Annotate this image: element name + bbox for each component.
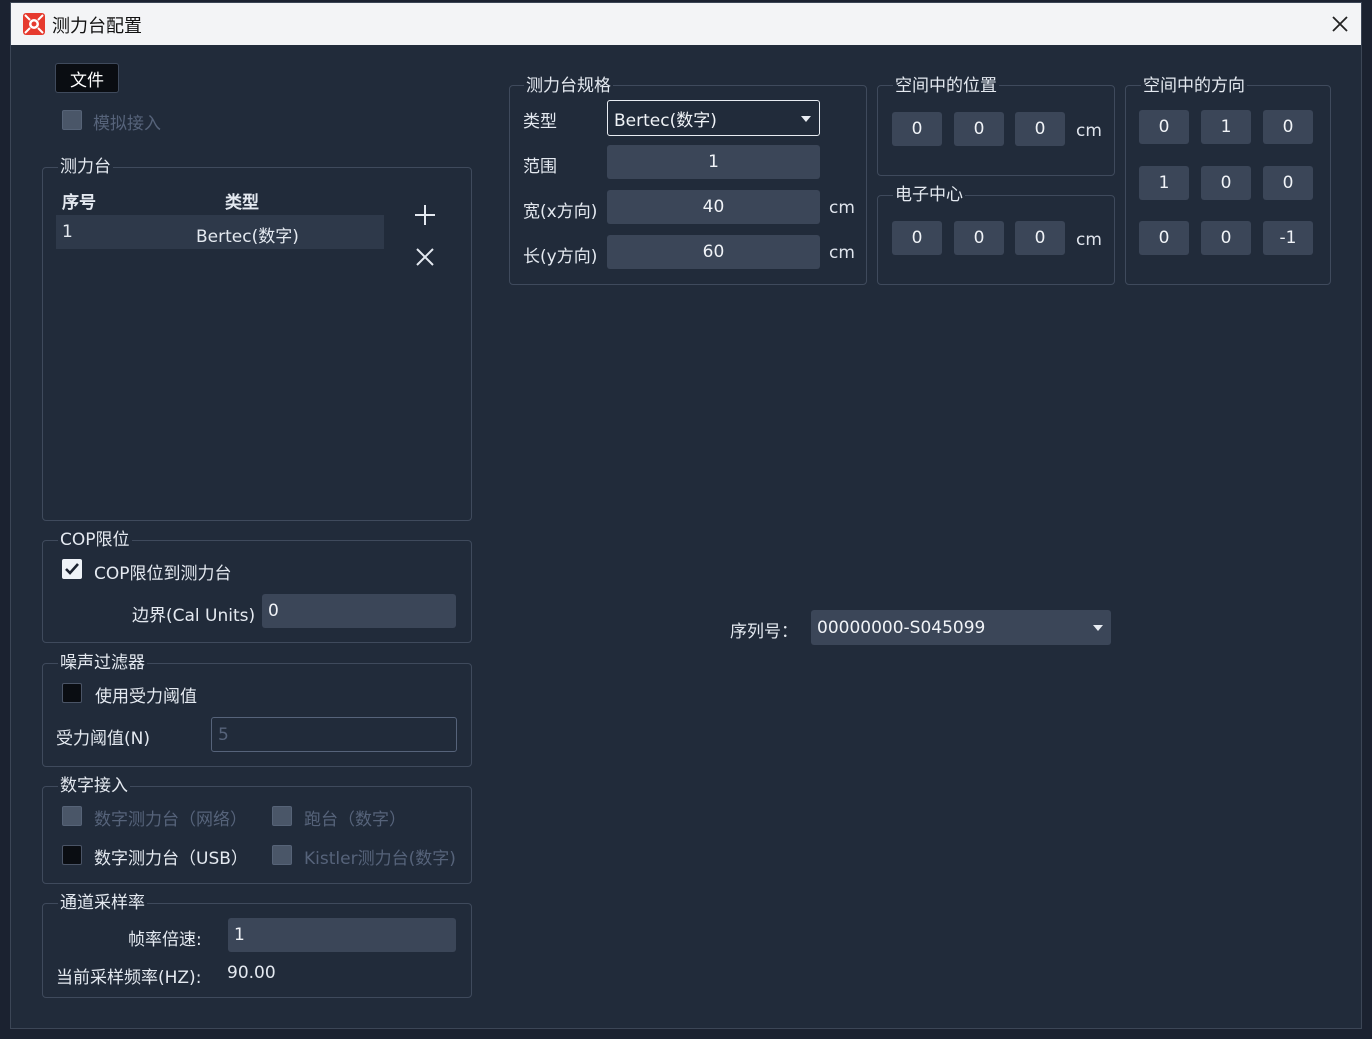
serial-select[interactable]: 00000000-S045099 (811, 610, 1111, 645)
noise-filter-legend: 噪声过滤器 (58, 653, 147, 673)
multiplier-input[interactable]: 1 (228, 918, 456, 952)
orientation-m02-input[interactable]: 0 (1263, 110, 1313, 144)
remove-plate-button[interactable] (411, 243, 439, 271)
orientation-m00-input[interactable]: 0 (1139, 110, 1189, 144)
treadmill-label: 跑台（数字） (304, 810, 406, 830)
add-plate-button[interactable] (411, 201, 439, 229)
center-unit: cm (1076, 230, 1102, 250)
width-input[interactable]: 40 (607, 190, 820, 224)
position-legend: 空间中的位置 (893, 76, 999, 96)
current-rate-value: 90.00 (227, 963, 276, 983)
sampling-legend: 通道采样率 (58, 893, 147, 913)
orientation-m10-input[interactable]: 1 (1139, 166, 1189, 200)
center-z-input[interactable]: 0 (1015, 221, 1065, 255)
column-header-index: 序号 (62, 193, 96, 213)
row-type: Bertec(数字) (196, 227, 299, 247)
position-unit: cm (1076, 121, 1102, 141)
width-unit: cm (829, 198, 855, 218)
row-index: 1 (62, 222, 73, 242)
orientation-m01-input[interactable]: 1 (1201, 110, 1251, 144)
force-plates-legend: 测力台 (58, 157, 113, 177)
simulate-label: 模拟接入 (93, 114, 161, 134)
cop-limit-checkbox[interactable] (62, 559, 82, 579)
digital-usb-label: 数字测力台（USB） (94, 849, 248, 869)
boundary-input[interactable]: 0 (262, 594, 456, 628)
window-title: 测力台配置 (52, 16, 142, 37)
boundary-label: 边界(Cal Units) (132, 606, 256, 626)
close-button[interactable] (1323, 7, 1357, 41)
center-x-input[interactable]: 0 (892, 221, 942, 255)
orientation-m12-input[interactable]: 0 (1263, 166, 1313, 200)
chevron-down-icon (801, 116, 811, 122)
check-icon (65, 563, 79, 575)
table-row[interactable]: 1 Bertec(数字) (56, 215, 384, 249)
digital-network-checkbox[interactable] (62, 806, 82, 826)
threshold-input[interactable]: 5 (211, 717, 457, 752)
digital-usb-checkbox[interactable] (62, 845, 82, 865)
kistler-checkbox[interactable] (272, 845, 292, 865)
range-input[interactable]: 1 (607, 145, 820, 179)
digital-access-legend: 数字接入 (58, 776, 130, 796)
length-input[interactable]: 60 (607, 235, 820, 269)
serial-select-value: 00000000-S045099 (817, 617, 986, 638)
type-select-value: Bertec(数字) (614, 110, 717, 131)
title-bar: 测力台配置 (11, 3, 1361, 45)
orientation-m11-input[interactable]: 0 (1201, 166, 1251, 200)
type-label: 类型 (523, 112, 557, 132)
multiplier-label: 帧率倍速: (128, 930, 202, 950)
digital-access-group (42, 786, 472, 884)
app-logo-icon (22, 12, 46, 36)
cop-limit-label: COP限位到测力台 (94, 564, 232, 584)
orientation-m22-input[interactable]: -1 (1263, 221, 1313, 255)
threshold-label: 受力阈值(N) (56, 729, 150, 749)
cop-legend: COP限位 (58, 530, 132, 550)
file-button[interactable]: 文件 (55, 63, 119, 93)
current-rate-label: 当前采样频率(HZ): (56, 968, 202, 988)
chevron-down-icon (1093, 625, 1103, 631)
range-label: 范围 (523, 157, 557, 177)
simulate-checkbox[interactable] (62, 110, 82, 130)
plus-icon (415, 205, 435, 225)
digital-network-label: 数字测力台（网络） (94, 810, 247, 830)
type-select[interactable]: Bertec(数字) (607, 100, 820, 136)
column-header-type: 类型 (225, 193, 259, 213)
treadmill-checkbox[interactable] (272, 806, 292, 826)
width-label: 宽(x方向) (523, 202, 598, 222)
center-y-input[interactable]: 0 (954, 221, 1004, 255)
electronic-center-legend: 电子中心 (893, 185, 965, 205)
orientation-legend: 空间中的方向 (1141, 76, 1247, 96)
length-label: 长(y方向) (523, 247, 598, 267)
spec-legend: 测力台规格 (524, 76, 613, 96)
kistler-label: Kistler测力台(数字) (304, 849, 456, 869)
position-z-input[interactable]: 0 (1015, 112, 1065, 146)
use-threshold-label: 使用受力阈值 (95, 687, 197, 707)
threshold-placeholder: 5 (218, 724, 229, 745)
close-icon (1332, 16, 1348, 32)
position-x-input[interactable]: 0 (892, 112, 942, 146)
position-y-input[interactable]: 0 (954, 112, 1004, 146)
serial-label: 序列号： (730, 622, 798, 642)
length-unit: cm (829, 243, 855, 263)
orientation-m21-input[interactable]: 0 (1201, 221, 1251, 255)
close-icon (416, 248, 434, 266)
use-threshold-checkbox[interactable] (62, 683, 82, 703)
force-plate-config-dialog: 测力台配置 文件 模拟接入 测力台 序号 类型 1 Bertec(数字) COP… (10, 2, 1362, 1029)
orientation-m20-input[interactable]: 0 (1139, 221, 1189, 255)
